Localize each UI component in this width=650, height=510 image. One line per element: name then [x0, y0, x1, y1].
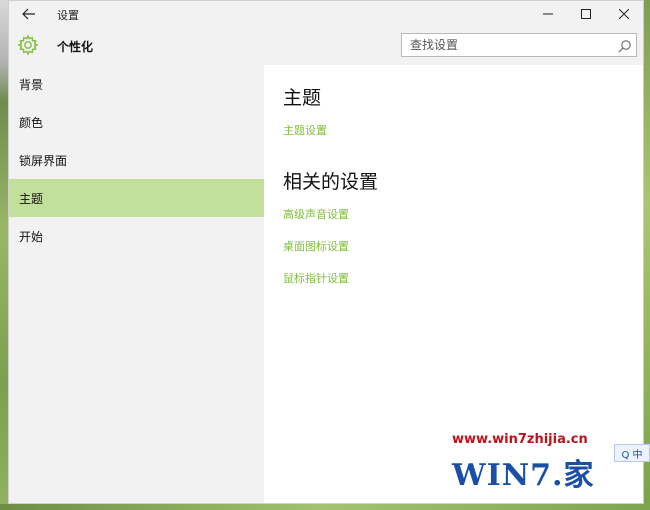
maximize-button[interactable] [567, 1, 605, 27]
watermark-url: www.win7zhijia.cn [452, 432, 588, 447]
maximize-icon [581, 9, 591, 19]
link-mouse-pointer-settings[interactable]: 鼠标指针设置 [283, 270, 349, 286]
section-title-related-settings: 相关的设置 [283, 171, 379, 193]
watermark-logo: WIN7.家 [452, 458, 595, 493]
search-box [401, 33, 637, 57]
close-button[interactable] [605, 1, 643, 27]
sidebar-item-label: 颜色 [19, 115, 44, 130]
sidebar-item-label: 开始 [19, 229, 44, 244]
section-title-themes: 主题 [283, 87, 322, 109]
sidebar-item-start[interactable]: 开始 [9, 217, 264, 255]
sidebar-item-themes[interactable]: 主题 [9, 179, 264, 217]
title-bar: 设置 [9, 1, 643, 27]
minimize-button[interactable] [529, 1, 567, 27]
desktop-background-right [644, 0, 650, 510]
window-title: 设置 [57, 9, 79, 22]
sidebar-item-label: 锁屏界面 [19, 153, 68, 168]
page-title: 个性化 [57, 40, 94, 54]
link-advanced-sound-settings[interactable]: 高级声音设置 [283, 206, 349, 222]
sidebar-nav: 背景 颜色 锁屏界面 主题 开始 [9, 65, 264, 503]
arrow-left-icon [22, 8, 35, 20]
sidebar-item-label: 背景 [19, 77, 44, 92]
back-button[interactable] [15, 3, 43, 25]
desktop-background-bottom [0, 504, 650, 510]
settings-header: 个性化 [9, 27, 643, 65]
desktop-background-left [0, 0, 8, 510]
sidebar-item-colors[interactable]: 颜色 [9, 103, 264, 141]
link-theme-settings[interactable]: 主题设置 [283, 122, 327, 138]
watermark: www.win7zhijia.cn WIN7.家 [444, 428, 644, 498]
sidebar-item-background[interactable]: 背景 [9, 65, 264, 103]
minimize-icon [543, 13, 553, 15]
sidebar-item-label: 主题 [19, 191, 44, 206]
sidebar-item-lock-screen[interactable]: 锁屏界面 [9, 141, 264, 179]
gear-icon [17, 34, 39, 56]
link-desktop-icon-settings[interactable]: 桌面图标设置 [283, 238, 349, 254]
close-icon [619, 9, 629, 19]
search-icon[interactable] [618, 38, 632, 53]
ime-indicator[interactable]: Q 中 [614, 444, 650, 462]
search-input[interactable] [402, 34, 612, 56]
